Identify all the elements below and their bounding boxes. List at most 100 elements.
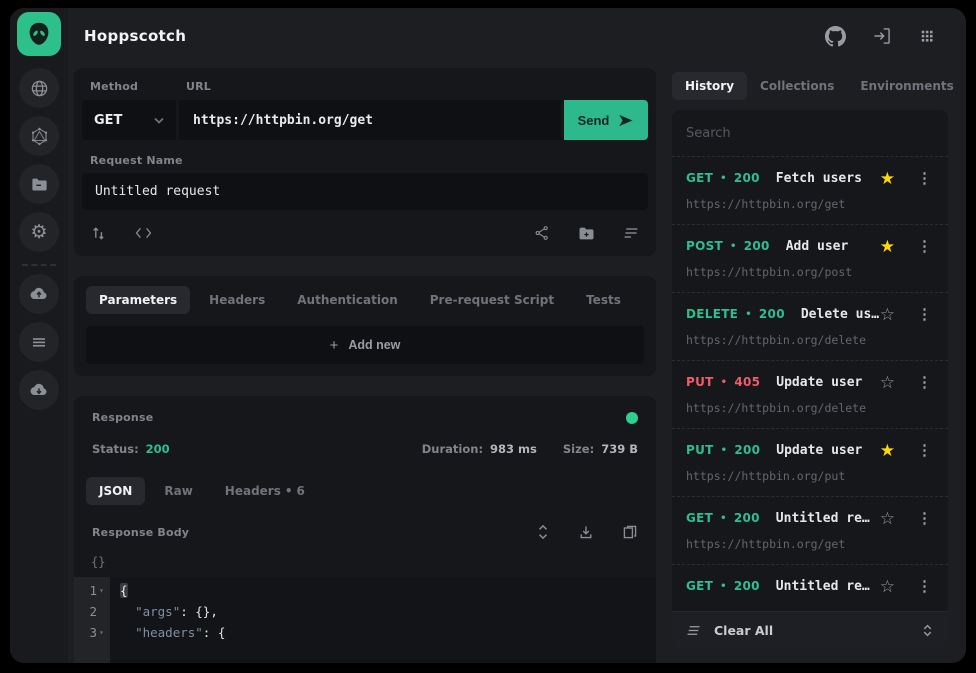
- history-item[interactable]: PUT • 200 Update user ★ ⋮ https://httpbi…: [672, 428, 948, 496]
- history-method: GET: [686, 171, 713, 185]
- tab-raw[interactable]: Raw: [151, 477, 205, 505]
- dot-separator: •: [745, 309, 752, 320]
- star-icon[interactable]: ☆: [880, 374, 895, 391]
- collapse-history-button[interactable]: [921, 623, 934, 638]
- history-item-row: DELETE • 200 Delete us… ☆ ⋮: [686, 305, 934, 323]
- history-method: GET: [686, 579, 713, 593]
- star-icon[interactable]: ☆: [880, 578, 895, 595]
- star-icon[interactable]: ☆: [880, 510, 895, 527]
- tab-parameters[interactable]: Parameters: [86, 286, 190, 314]
- kebab-menu-icon[interactable]: ⋮: [915, 169, 934, 187]
- sidebar-item-docs[interactable]: [19, 164, 59, 204]
- add-new-button[interactable]: + Add new: [86, 326, 644, 364]
- history-item[interactable]: DELETE • 200 Delete us… ☆ ⋮ https://http…: [672, 292, 948, 360]
- tab-authentication[interactable]: Authentication: [284, 286, 411, 314]
- response-header: Response: [74, 396, 656, 430]
- search-input[interactable]: [672, 110, 948, 156]
- clear-all-button[interactable]: Clear All: [672, 611, 948, 649]
- login-button[interactable]: [872, 26, 892, 46]
- star-icon[interactable]: ★: [880, 238, 895, 255]
- tab-response-headers[interactable]: Headers•6: [212, 477, 318, 505]
- history-url: https://httpbin.org/get: [686, 197, 934, 211]
- sidebar-item-settings[interactable]: ⚙: [19, 212, 59, 252]
- history-item[interactable]: GET • 200 Fetch users ★ ⋮ https://httpbi…: [672, 156, 948, 224]
- history-request-name: Update user: [760, 443, 879, 458]
- tab-json[interactable]: JSON: [86, 477, 145, 505]
- code-brackets-icon: [135, 226, 152, 240]
- topbar: Hoppscotch: [68, 8, 966, 64]
- globe-icon: [30, 79, 49, 98]
- kebab-menu-icon[interactable]: ⋮: [915, 509, 934, 527]
- history-item[interactable]: PUT • 405 Update user ☆ ⋮ https://httpbi…: [672, 360, 948, 428]
- kebab-menu-icon[interactable]: ⋮: [915, 373, 934, 391]
- topbar-icons: [825, 26, 936, 47]
- tab-environments[interactable]: Environments: [847, 72, 966, 100]
- clear-lines-icon: [623, 226, 639, 240]
- response-filter-input[interactable]: {}: [74, 548, 656, 574]
- copy-response-button[interactable]: [622, 524, 638, 540]
- list-lines-icon: [30, 333, 48, 351]
- history-item-row: GET • 200 Untitled re… ☆ ⋮: [686, 577, 934, 595]
- history-request-name: Delete us…: [785, 307, 880, 322]
- history-url: https://httpbin.org/get: [686, 537, 934, 551]
- send-button[interactable]: Send: [564, 100, 648, 140]
- folder-plus-icon: [578, 225, 595, 242]
- history-item[interactable]: GET • 200 Untitled re… ☆ ⋮: [672, 564, 948, 608]
- download-icon: [578, 524, 594, 540]
- kebab-menu-icon[interactable]: ⋮: [915, 441, 934, 459]
- star-icon[interactable]: ☆: [880, 306, 895, 323]
- request-name-input[interactable]: [82, 173, 648, 210]
- clear-all-fields-button[interactable]: [623, 225, 639, 242]
- history-item[interactable]: GET • 200 Untitled re… ☆ ⋮ https://httpb…: [672, 496, 948, 564]
- github-button[interactable]: [825, 26, 846, 47]
- history-item-row: GET • 200 Fetch users ★ ⋮: [686, 169, 934, 187]
- history-url: https://httpbin.org/put: [686, 469, 934, 483]
- history-method: PUT: [686, 443, 714, 457]
- sidebar-item-download[interactable]: [19, 370, 59, 410]
- star-icon[interactable]: ★: [880, 442, 895, 459]
- alien-icon: [24, 19, 54, 49]
- sidebar-item-feeds[interactable]: [19, 322, 59, 362]
- plus-icon: +: [330, 337, 339, 354]
- sidebar-item-upload[interactable]: [19, 274, 59, 314]
- kebab-menu-icon[interactable]: ⋮: [915, 305, 934, 323]
- dot-separator: •: [721, 377, 728, 388]
- history-status-code: 200: [734, 171, 760, 185]
- history-item-row: PUT • 200 Update user ★ ⋮: [686, 441, 934, 459]
- history-status-code: 200: [744, 239, 770, 253]
- show-code-button[interactable]: [135, 225, 152, 241]
- fold-marker-icon: ▾: [99, 580, 107, 601]
- tab-headers[interactable]: Headers: [196, 286, 278, 314]
- tab-tests[interactable]: Tests: [573, 286, 634, 314]
- field-labels: Method URL: [74, 68, 656, 100]
- sidebar-item-graphql[interactable]: [19, 116, 59, 156]
- dot-separator: •: [285, 484, 293, 498]
- method-select[interactable]: GET: [82, 100, 176, 140]
- save-to-collection-button[interactable]: [578, 225, 595, 242]
- tab-pre-request-script[interactable]: Pre-request Script: [417, 286, 567, 314]
- response-body-editor[interactable]: 1 ▾ 2 3 ▾ { "args": {}, "headers": {: [74, 577, 656, 663]
- dot-separator: •: [721, 445, 728, 456]
- add-new-label: Add new: [348, 338, 400, 352]
- kebab-menu-icon[interactable]: ⋮: [915, 237, 934, 255]
- kebab-menu-icon[interactable]: ⋮: [915, 577, 934, 595]
- share-request-button[interactable]: [534, 225, 550, 242]
- url-input[interactable]: [179, 100, 561, 140]
- tab-history[interactable]: History: [672, 72, 747, 100]
- import-export-button[interactable]: [91, 225, 107, 241]
- grid-dots-icon: [918, 27, 936, 45]
- history-item[interactable]: POST • 200 Add user ★ ⋮ https://httpbin.…: [672, 224, 948, 292]
- send-arrow-icon: [617, 112, 634, 129]
- download-response-button[interactable]: [578, 524, 594, 540]
- share-icon: [534, 225, 550, 241]
- star-icon[interactable]: ★: [880, 170, 895, 187]
- send-label: Send: [578, 113, 610, 128]
- code-line: "headers": {: [120, 622, 656, 643]
- gutter-line: 1 ▾: [74, 580, 110, 601]
- clear-lines-icon: [686, 624, 701, 637]
- tab-collections[interactable]: Collections: [747, 72, 847, 100]
- sidebar-item-rest[interactable]: [19, 68, 59, 108]
- expand-collapse-button[interactable]: [536, 524, 550, 540]
- apps-menu-button[interactable]: [918, 27, 936, 45]
- columns: Method URL GET Send: [68, 64, 966, 663]
